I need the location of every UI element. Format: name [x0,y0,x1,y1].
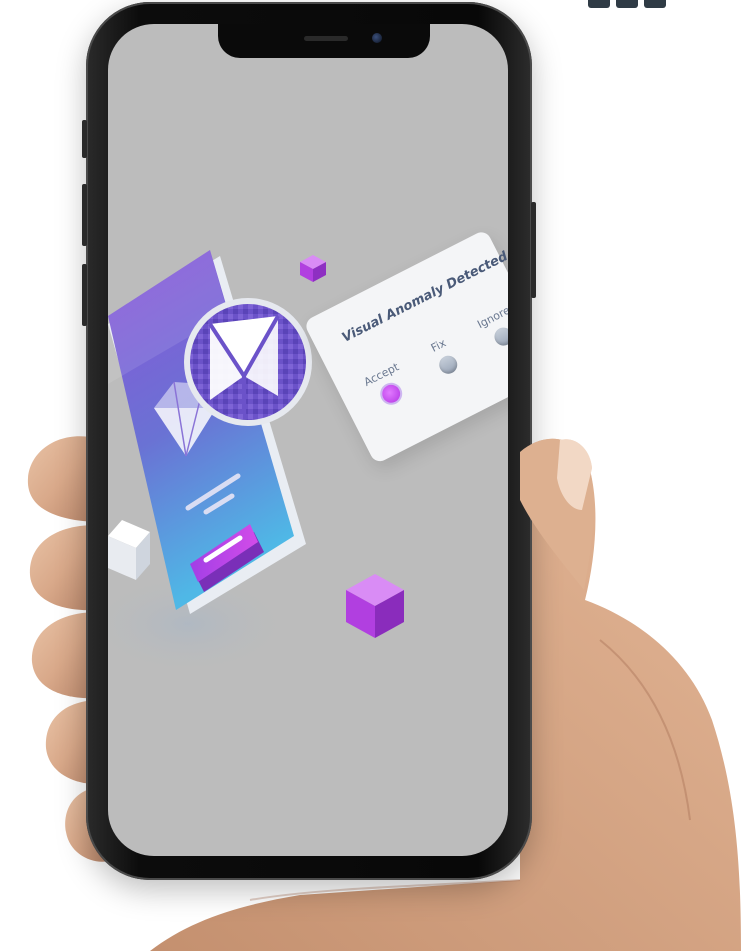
radio-unselected-icon[interactable] [491,324,508,349]
option-label: Accept [361,360,402,389]
radio-selected-icon[interactable] [379,381,404,406]
option-accept[interactable]: Accept [352,355,422,415]
option-label: Fix [428,336,449,355]
radio-unselected-icon[interactable] [436,352,461,377]
speaker-grille [304,36,348,41]
thumb-overlay [520,438,594,590]
notch [218,24,430,58]
photo-stage: Visual Anomaly Detected Accept Fix Ignor… [0,0,741,951]
front-camera [372,33,382,43]
